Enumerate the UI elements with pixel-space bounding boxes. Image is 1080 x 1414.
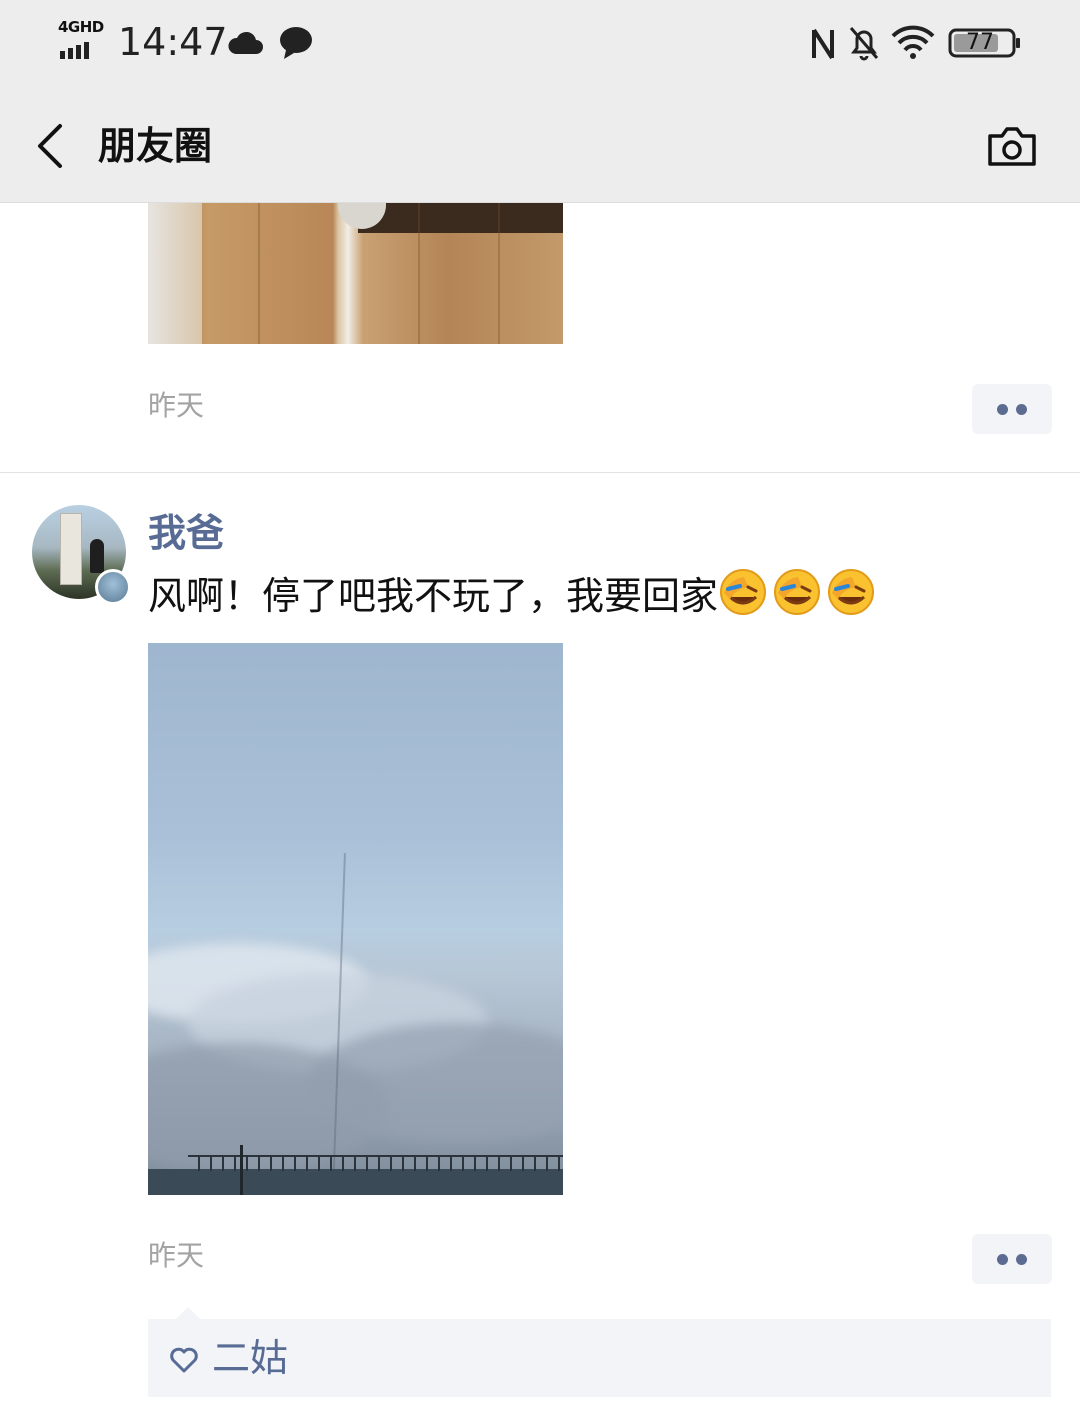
battery-icon: 77 [948, 28, 1020, 58]
more-dots-icon [997, 404, 1008, 415]
nav-bar: 朋友圈 [0, 88, 1080, 203]
facepalm-laugh-emoji [774, 569, 821, 615]
post-more-button[interactable] [972, 1234, 1052, 1284]
nfc-icon [812, 28, 834, 60]
post-time: 昨天 [148, 1239, 205, 1272]
avatar-badge [95, 569, 131, 605]
moments-screen: 4GHD 14:47 77 朋友圈 昨天 我爸 风啊！停了吧我不玩了，我要回家 … [0, 0, 1080, 1414]
post-divider [0, 472, 1080, 473]
chat-bubble-icon [280, 27, 312, 59]
facepalm-laugh-emoji [720, 569, 767, 615]
signal-bars-icon [60, 40, 92, 59]
post-more-button[interactable] [972, 384, 1052, 434]
camera-icon [988, 127, 1036, 166]
more-dots-icon [997, 1254, 1008, 1265]
camera-button[interactable] [982, 118, 1042, 174]
likes-section: 二姑 [148, 1319, 1051, 1397]
cloud-icon [228, 31, 263, 54]
facepalm-laugh-emoji [828, 569, 875, 615]
chevron-left-icon [38, 124, 62, 168]
like-user-name[interactable]: 二姑 [212, 1333, 288, 1383]
post-2-photo[interactable] [148, 643, 563, 1195]
heart-icon [170, 1347, 198, 1373]
post-text: 风啊！停了吧我不玩了，我要回家 [148, 567, 880, 622]
signal-indicator: 4GHD [58, 18, 108, 60]
post-author-name[interactable]: 我爸 [148, 507, 224, 559]
page-title: 朋友圈 [98, 124, 213, 168]
network-type-label: 4GHD [58, 18, 104, 36]
mute-bell-icon [849, 27, 879, 61]
wifi-icon [891, 25, 935, 59]
moments-feed[interactable]: 昨天 我爸 风啊！停了吧我不玩了，我要回家 昨天 二姑 [0, 203, 1080, 1414]
likes-pointer [176, 1307, 200, 1319]
status-bar: 4GHD 14:47 77 [0, 0, 1080, 88]
post-time: 昨天 [148, 389, 205, 422]
post-1-photo[interactable] [148, 203, 563, 344]
back-button[interactable] [28, 118, 78, 174]
status-time: 14:47 [118, 20, 228, 64]
post-text-content: 风啊！停了吧我不玩了，我要回家 [148, 574, 719, 618]
battery-level: 77 [966, 30, 994, 55]
